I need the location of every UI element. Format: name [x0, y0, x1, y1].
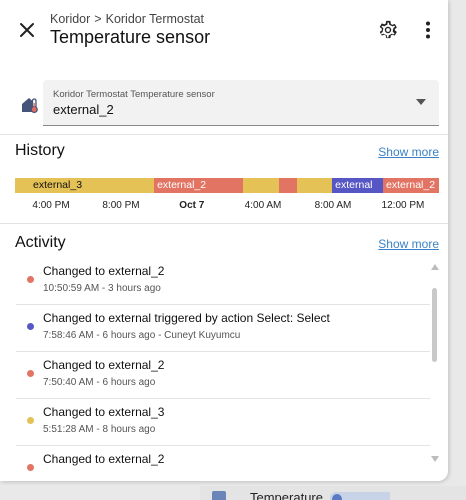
timeline-segment-label: external_3	[33, 179, 83, 191]
activity-message: Changed to external_2	[43, 452, 165, 466]
history-title: History	[15, 142, 65, 159]
axis-tick-label: 8:00 AM	[314, 200, 352, 211]
background-thermostat-icon	[212, 491, 226, 500]
select-label: Koridor Termostat Temperature sensor	[53, 89, 215, 100]
activity-message: Changed to external_2	[43, 358, 165, 372]
axis-tick-label: 4:00 PM	[32, 200, 70, 211]
timeline-segment[interactable]: external_2	[154, 178, 244, 193]
history-show-more-link[interactable]: Show more	[378, 145, 439, 159]
axis-tick-label: 12:00 PM	[381, 200, 425, 211]
activity-item[interactable]: Changed to external triggered by action …	[0, 305, 430, 352]
activity-message: Changed to external_2	[43, 264, 165, 278]
activity-item[interactable]: Changed to external_2 10:50:59 AM - 3 hou…	[0, 258, 430, 305]
page-title: Temperature sensor	[50, 27, 211, 47]
activity-timestamp: 7:58:46 AM - 6 hours ago - Cuneyt Kuyumc…	[43, 330, 241, 341]
activity-timestamp: 7:50:40 AM - 6 hours ago	[43, 377, 156, 388]
activity-item[interactable]: Changed to external_2 7:50:40 AM - 6 hour…	[0, 352, 430, 399]
timeline-segment-label: external	[335, 179, 373, 191]
timeline-segment[interactable]	[278, 178, 297, 193]
state-dot-icon	[27, 323, 34, 330]
activity-item[interactable]: Changed to external_2	[0, 446, 430, 481]
divider	[0, 223, 448, 224]
gear-icon	[379, 20, 397, 39]
activity-timestamp: 5:51:28 AM - 8 hours ago	[43, 424, 156, 435]
axis-tick-label: 8:00 PM	[102, 200, 140, 211]
dropdown-arrow-icon	[416, 99, 426, 105]
timeline-segment[interactable]: external_2	[383, 178, 439, 193]
state-select-row: Koridor Termostat Temperature sensor ext…	[0, 80, 448, 126]
timeline-segment[interactable]: external_3	[15, 178, 155, 193]
scrollbar-thumb[interactable]	[432, 288, 437, 362]
state-dot-icon	[27, 417, 34, 424]
activity-title: Activity	[15, 234, 66, 251]
background-label: Temperature	[250, 490, 323, 500]
close-button[interactable]	[14, 17, 40, 43]
timeline-segment-label: external_2	[386, 179, 436, 191]
select-value: external_2	[53, 102, 114, 117]
activity-message: Changed to external triggered by action …	[43, 311, 330, 325]
more-options-button[interactable]	[418, 19, 438, 41]
activity-list[interactable]: Changed to external_2 10:50:59 AM - 3 hou…	[0, 258, 430, 481]
timeline-segment-label: external_2	[157, 179, 207, 191]
background-slider	[330, 492, 390, 500]
state-select[interactable]: Koridor Termostat Temperature sensor ext…	[43, 80, 439, 126]
thermostat-home-icon	[20, 95, 40, 115]
close-icon	[20, 23, 34, 37]
divider	[0, 134, 448, 135]
breadcrumb-separator: >	[94, 12, 102, 26]
state-dot-icon	[27, 464, 34, 471]
activity-message: Changed to external_3	[43, 405, 165, 419]
timeline-segment[interactable]: external	[332, 178, 384, 193]
settings-button[interactable]	[377, 19, 399, 41]
breadcrumb: Koridor > Koridor Termostat	[50, 12, 204, 26]
history-timeline[interactable]: external_3 external_2 external external_2	[15, 178, 439, 193]
state-dot-icon	[27, 276, 34, 283]
timeline-segment[interactable]	[296, 178, 333, 193]
state-dot-icon	[27, 370, 34, 377]
breadcrumb-area[interactable]: Koridor	[50, 12, 90, 26]
breadcrumb-device[interactable]: Koridor Termostat	[106, 12, 204, 26]
activity-item[interactable]: Changed to external_3 5:51:28 AM - 8 hour…	[0, 399, 430, 446]
activity-show-more-link[interactable]: Show more	[378, 237, 439, 251]
activity-timestamp: 10:50:59 AM - 3 hours ago	[43, 283, 161, 294]
timeline-segment[interactable]	[243, 178, 279, 193]
axis-tick-label: Oct 7	[179, 200, 205, 211]
dialog-header: Koridor > Koridor Termostat Temperature se…	[0, 0, 448, 60]
scroll-up-arrow-icon[interactable]	[431, 264, 439, 270]
more-info-dialog: Koridor > Koridor Termostat Temperature se…	[0, 0, 448, 481]
more-vertical-icon	[426, 21, 430, 39]
axis-tick-label: 4:00 AM	[244, 200, 282, 211]
scroll-down-arrow-icon[interactable]	[431, 456, 439, 462]
